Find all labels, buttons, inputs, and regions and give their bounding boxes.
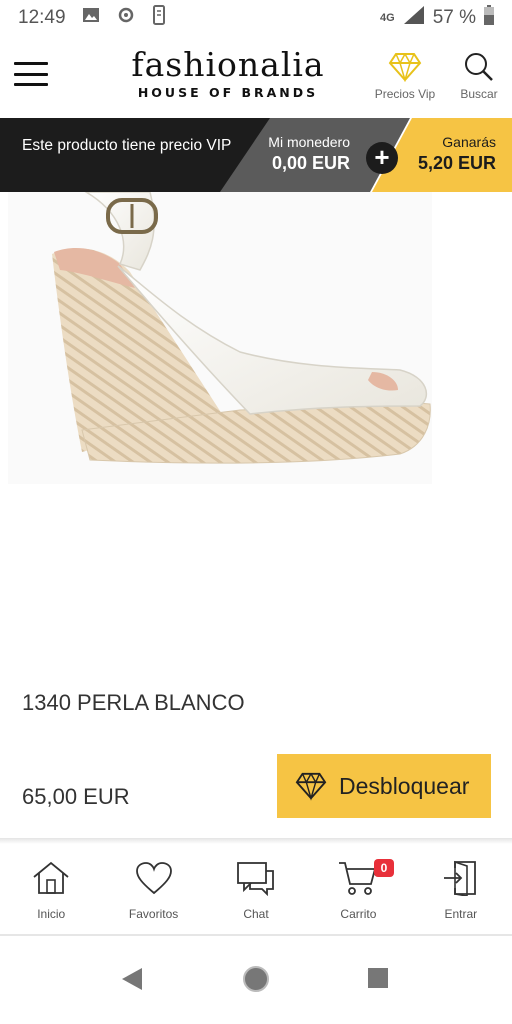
login-icon xyxy=(443,860,476,897)
search-label: Buscar xyxy=(460,87,498,101)
vip-message: Este producto tiene precio VIP xyxy=(22,137,232,154)
cart-icon xyxy=(339,862,377,895)
diamond-icon xyxy=(295,772,327,801)
vip-banner: Este producto tiene precio VIP Mi monede… xyxy=(0,118,512,192)
search-button[interactable]: Buscar xyxy=(444,52,512,101)
brand-name: fashionalia xyxy=(131,45,325,84)
wallet-summary: Mi monedero 0,00 EUR xyxy=(250,134,350,174)
nav-chat[interactable]: Chat xyxy=(205,844,307,934)
nav-login-label: Entrar xyxy=(444,907,478,921)
vip-prices-button[interactable]: Precios Vip xyxy=(370,52,440,101)
unlock-button[interactable]: Desbloquear xyxy=(277,754,491,818)
nav-cart-label: Carrito xyxy=(340,907,377,921)
nav-login[interactable]: Entrar xyxy=(410,844,512,934)
phone-icon xyxy=(152,5,166,31)
image-icon xyxy=(82,7,100,29)
hamburger-menu-icon[interactable] xyxy=(14,62,48,86)
heart-icon xyxy=(135,862,172,895)
vip-prices-label: Precios Vip xyxy=(374,87,436,101)
battery-icon xyxy=(484,5,494,31)
search-icon xyxy=(465,53,493,81)
chat-icon xyxy=(237,862,274,897)
recent-apps-icon[interactable] xyxy=(368,968,388,988)
brand-logo[interactable]: fashionalia HOUSE OF BRANDS xyxy=(118,45,338,101)
back-icon[interactable] xyxy=(120,966,144,997)
nav-home-label: Inicio xyxy=(37,907,66,921)
earn-summary: Ganarás 5,20 EUR xyxy=(400,134,496,174)
nav-favorites[interactable]: Favoritos xyxy=(102,844,204,934)
nav-favorites-label: Favoritos xyxy=(128,907,179,921)
wallet-value: 0,00 EUR xyxy=(271,153,350,173)
network-label: 4G xyxy=(380,12,395,24)
status-time: 12:49 xyxy=(18,7,66,28)
wallet-label: Mi monedero xyxy=(268,134,350,150)
earn-value: 5,20 EUR xyxy=(417,153,496,173)
diamond-icon xyxy=(388,53,422,83)
nav-cart[interactable]: Carrito xyxy=(307,844,409,934)
battery-percent: 57 % xyxy=(432,7,476,28)
earn-label: Ganarás xyxy=(442,134,496,150)
home-circle-icon[interactable] xyxy=(243,966,269,992)
status-bar: 12:49 4G 57 % xyxy=(0,0,512,36)
cart-count-badge: 0 xyxy=(374,859,394,877)
cast-icon xyxy=(116,7,136,29)
add-funds-button[interactable]: + xyxy=(366,142,398,174)
unlock-label: Desbloquear xyxy=(339,772,470,799)
app-header: fashionalia HOUSE OF BRANDS Precios Vip … xyxy=(0,36,512,118)
product-price: 65,00 EUR xyxy=(22,784,130,809)
product-name: 1340 PERLA BLANCO xyxy=(22,690,245,715)
nav-chat-label: Chat xyxy=(243,907,269,921)
signal-icon xyxy=(403,5,425,31)
brand-tagline: HOUSE OF BRANDS xyxy=(137,85,319,100)
home-icon xyxy=(33,861,69,894)
bottom-nav: Inicio Favoritos Chat Carrito Entrar xyxy=(0,844,512,934)
nav-home[interactable]: Inicio xyxy=(0,844,102,934)
product-image[interactable] xyxy=(0,191,512,492)
